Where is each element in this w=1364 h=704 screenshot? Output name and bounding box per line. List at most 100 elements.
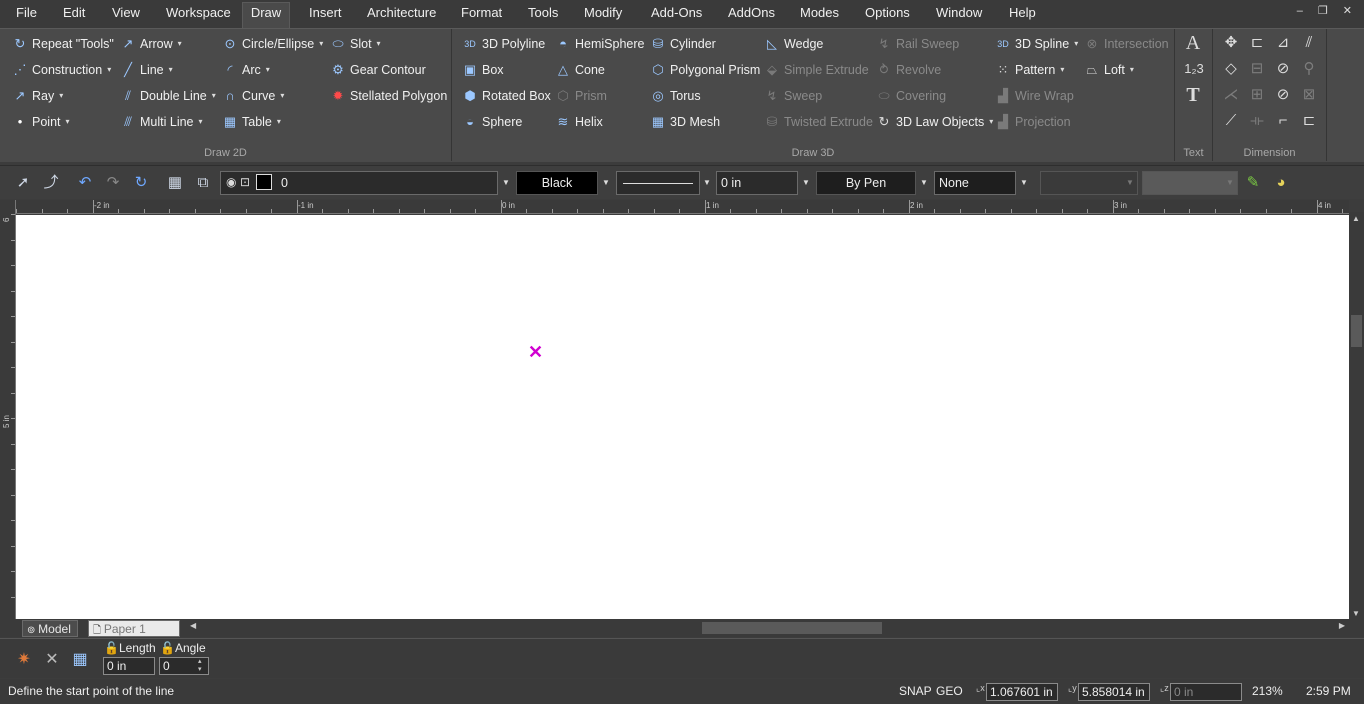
dim-parallel-icon[interactable]: ⫽ [1299, 33, 1319, 53]
vertical-scrollbar[interactable]: ▲ ▼ [1349, 212, 1364, 620]
menu-modify[interactable]: Modify [582, 3, 624, 25]
rail-sweep-button[interactable]: ↯ Rail Sweep [876, 33, 960, 55]
zoom-level[interactable]: 213% [1252, 684, 1283, 698]
menu-tools[interactable]: Tools [526, 3, 560, 25]
scroll-up-icon[interactable]: ▲ [1352, 214, 1360, 223]
pen-select[interactable]: By Pen [816, 171, 916, 195]
chevron-down-icon[interactable]: ▼ [1123, 171, 1137, 195]
geo-toggle[interactable]: GEO [936, 684, 963, 698]
menu-draw[interactable]: Draw [242, 2, 290, 28]
chevron-down-icon[interactable]: ▼ [799, 171, 813, 195]
revolve-button[interactable]: ⥁ Revolve [876, 59, 942, 81]
wedge-button[interactable]: ◺ Wedge [764, 33, 823, 55]
menu-architecture[interactable]: Architecture [365, 3, 438, 25]
arc-button[interactable]: ◜ Arc ▾ [222, 59, 269, 81]
menu-format[interactable]: Format [459, 3, 504, 25]
dim-ordinate-icon[interactable]: ⊞ [1247, 85, 1267, 105]
loft-button[interactable]: ⏢ Loft ▾ [1084, 59, 1134, 81]
dim-angle-icon[interactable]: ⊿ [1273, 33, 1293, 53]
sphere-button[interactable]: ◒ Sphere [462, 111, 522, 133]
x-coordinate-field[interactable]: 1.067601 in [986, 683, 1058, 701]
simple-extrude-button[interactable]: ⬙ Simple Extrude [764, 59, 869, 81]
curve-button[interactable]: ∩ Curve ▾ [222, 85, 284, 107]
chevron-down-icon[interactable]: ▼ [599, 171, 613, 195]
chevron-down-icon[interactable]: ▼ [700, 171, 714, 195]
cone-button[interactable]: △ Cone [555, 59, 605, 81]
scroll-down-icon[interactable]: ▼ [1352, 609, 1360, 618]
dim-diameter-icon[interactable]: ⊘ [1273, 85, 1293, 105]
dim-linear-icon[interactable]: ◇ [1221, 59, 1241, 79]
eyedropper-icon[interactable]: ✎ [1242, 172, 1264, 194]
scroll-right-icon[interactable]: ▶ [1339, 621, 1345, 630]
scroll-thumb[interactable] [1351, 315, 1362, 347]
dim-arc-icon[interactable]: ⊠ [1299, 85, 1319, 105]
double-line-button[interactable]: ⫽ Double Line ▾ [120, 85, 216, 107]
covering-button[interactable]: ⬭ Covering [876, 85, 946, 107]
lock-icon[interactable]: ⊡ [240, 175, 250, 189]
menu-help[interactable]: Help [1007, 3, 1038, 25]
repeat-lasso-icon[interactable]: ↻ [130, 172, 152, 194]
undo-icon[interactable]: ↶ [74, 172, 96, 194]
close-icon[interactable]: ✕ [40, 648, 64, 672]
grid-icon[interactable]: ▦ [164, 172, 186, 194]
multi-line-button[interactable]: ⫻ Multi Line ▾ [120, 111, 202, 133]
construction-button[interactable]: ⋰ Construction ▾ [12, 59, 112, 81]
dim-chain-icon[interactable]: ⋌ [1221, 85, 1241, 105]
menu-insert[interactable]: Insert [307, 3, 344, 25]
color-select[interactable]: Black [516, 171, 598, 195]
dim-radius-icon[interactable]: ⊘ [1273, 59, 1293, 79]
mesh-3d-button[interactable]: ▦ 3D Mesh [650, 111, 720, 133]
y-coordinate-field[interactable]: 5.858014 in [1078, 683, 1150, 701]
intersection-button[interactable]: ⊗ Intersection [1084, 33, 1169, 55]
prism-button[interactable]: ⬡ Prism [555, 85, 607, 107]
number-text-icon[interactable]: 1₂3 [1181, 59, 1207, 79]
z-coordinate-field[interactable]: 0 in [1170, 683, 1242, 701]
box-button[interactable]: ▣ Box [462, 59, 504, 81]
dim-baseline-icon[interactable]: ⊟ [1247, 59, 1267, 79]
dim-vertical-icon[interactable]: ⊏ [1247, 33, 1267, 53]
chevron-down-icon[interactable]: ▼ [917, 171, 931, 195]
pattern-button[interactable]: ⁙ Pattern ▾ [995, 59, 1065, 81]
menu-options[interactable]: Options [863, 3, 912, 25]
dim-spacing-icon[interactable]: ⟛ [1247, 111, 1267, 131]
torus-button[interactable]: ◎ Torus [650, 85, 700, 107]
ray-button[interactable]: ↗ Ray ▾ [12, 85, 64, 107]
wire-wrap-button[interactable]: ▟ Wire Wrap [995, 85, 1074, 107]
dim-search-icon[interactable]: ⚲ [1299, 59, 1319, 79]
menu-edit[interactable]: Edit [61, 3, 87, 25]
wand-icon[interactable]: ✷ [12, 648, 36, 672]
dim-tolerance-icon[interactable]: ⊏ [1299, 111, 1319, 131]
visibility-icon[interactable]: ◉ [226, 175, 236, 189]
slot-button[interactable]: ⬭ Slot ▾ [330, 33, 380, 55]
sweep-button[interactable]: ↯ Sweep [764, 85, 823, 107]
hemisphere-button[interactable]: ◓ HemiSphere [555, 33, 644, 55]
text-icon[interactable]: A [1183, 33, 1203, 53]
twisted-extrude-button[interactable]: ⛁ Twisted Extrude [764, 111, 873, 133]
projection-button[interactable]: ▟ Projection [995, 111, 1071, 133]
spline-3d-button[interactable]: 3D 3D Spline ▾ [995, 33, 1078, 55]
stellated-polygon-button[interactable]: ✹ Stellated Polygon [330, 85, 448, 107]
window-controls[interactable]: ‒ ❐ ✕ [1297, 4, 1358, 17]
dim-datum-icon[interactable]: ⌐ [1273, 111, 1293, 131]
chevron-down-icon[interactable]: ▼ [1017, 171, 1031, 195]
menu-view[interactable]: View [110, 3, 142, 25]
line-style-select[interactable] [616, 171, 700, 195]
tab-paper[interactable]: 🗋 Paper 1 [88, 620, 180, 637]
menu-modes[interactable]: Modes [798, 3, 841, 25]
menu-addons[interactable]: AddOns [726, 3, 777, 25]
angle-stepper-icon[interactable]: ▴ ▾ [198, 658, 202, 674]
direct-select-icon[interactable]: ⤴ [40, 172, 62, 194]
line-button[interactable]: ╱ Line ▾ [120, 59, 173, 81]
gear-contour-button[interactable]: ⚙ Gear Contour [330, 59, 426, 81]
menu-file[interactable]: File [14, 3, 39, 25]
rotated-box-button[interactable]: ⬢ Rotated Box [462, 85, 550, 107]
helix-button[interactable]: ≋ Helix [555, 111, 603, 133]
table-button[interactable]: ▦ Table ▾ [222, 111, 281, 133]
length-input[interactable]: 0 in [103, 657, 155, 675]
attribute-icon[interactable]: ◕ [1270, 172, 1292, 194]
circle-ellipse-button[interactable]: ⊙ Circle/Ellipse ▾ [222, 33, 324, 55]
text-format-icon[interactable]: T [1183, 85, 1203, 105]
arrow-button[interactable]: ↗ Arrow ▾ [120, 33, 182, 55]
polygonal-prism-button[interactable]: ⬡ Polygonal Prism [650, 59, 760, 81]
line-width-input[interactable]: 0 in [716, 171, 798, 195]
